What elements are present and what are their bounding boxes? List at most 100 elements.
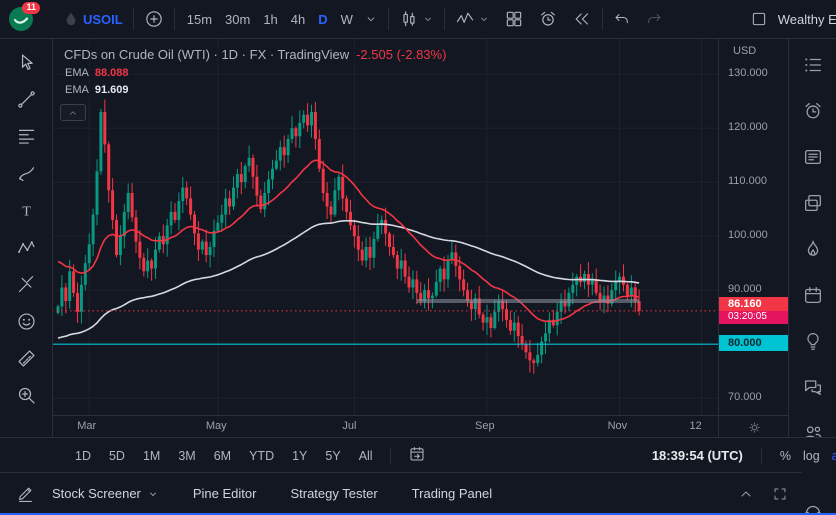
watchlist-button[interactable] bbox=[798, 50, 828, 80]
time-axis-label: 12 bbox=[690, 420, 702, 432]
news-button[interactable] bbox=[798, 142, 828, 172]
interval-15m[interactable]: 15m bbox=[181, 9, 218, 30]
pattern-tool-button[interactable] bbox=[9, 233, 43, 261]
range-all-button[interactable]: All bbox=[352, 446, 380, 466]
chat-button[interactable] bbox=[798, 372, 828, 402]
range-6m-button[interactable]: 6M bbox=[207, 446, 238, 466]
alerts-button[interactable] bbox=[798, 96, 828, 126]
pine-editor-tab[interactable]: Pine Editor bbox=[176, 480, 274, 507]
zoom-tool-button[interactable] bbox=[9, 381, 43, 409]
interval-1w[interactable]: W bbox=[335, 9, 359, 30]
interval-4h[interactable]: 4h bbox=[285, 9, 311, 30]
chevron-down-icon bbox=[147, 488, 159, 500]
log-scale-toggle[interactable]: log bbox=[803, 449, 820, 463]
range-1y-button[interactable]: 1Y bbox=[285, 446, 314, 466]
interval-30m[interactable]: 30m bbox=[219, 9, 256, 30]
gear-icon bbox=[747, 420, 762, 435]
price-axis[interactable]: USD 86.160 03:20:05 80.000 70.00080.0009… bbox=[718, 38, 789, 415]
redo-button[interactable] bbox=[641, 7, 667, 31]
axis-settings-corner[interactable] bbox=[718, 415, 789, 438]
replay-icon bbox=[572, 9, 592, 29]
tradingview-app: 11 USOIL 15m 30m 1h 4h D W bbox=[0, 0, 836, 515]
chevron-down-icon bbox=[364, 12, 378, 26]
range-1m-button[interactable]: 1M bbox=[136, 446, 167, 466]
watchlist-icon bbox=[802, 54, 824, 76]
interval-1h[interactable]: 1h bbox=[257, 9, 283, 30]
range-5d-button[interactable]: 5D bbox=[102, 446, 132, 466]
go-to-date-button[interactable] bbox=[401, 442, 433, 469]
undo-button[interactable] bbox=[609, 7, 635, 31]
ema-2-legend-row[interactable]: EMA 91.609 bbox=[60, 83, 134, 97]
time-axis-label: Sep bbox=[475, 420, 495, 432]
chevron-down-icon bbox=[422, 13, 434, 25]
ema-1-legend-row[interactable]: EMA 88.088 bbox=[60, 66, 134, 80]
ema-2-value: 91.609 bbox=[95, 84, 129, 96]
symbol-button[interactable]: USOIL bbox=[58, 7, 127, 31]
range-3m-button[interactable]: 3M bbox=[171, 446, 202, 466]
calendar-icon bbox=[802, 284, 824, 306]
alert-button[interactable] bbox=[534, 6, 562, 32]
trend-line-tool-button[interactable] bbox=[9, 85, 43, 113]
save-layout-button[interactable] bbox=[746, 7, 772, 31]
price-axis-label: 100.000 bbox=[728, 229, 768, 241]
divider bbox=[444, 8, 445, 30]
indicators-icon bbox=[455, 9, 475, 29]
price-axis-label: 70.000 bbox=[728, 391, 762, 403]
measure-tool-button[interactable] bbox=[9, 344, 43, 372]
strategy-tester-tab[interactable]: Strategy Tester bbox=[273, 480, 394, 507]
text-tool-button[interactable]: T bbox=[9, 196, 43, 224]
drawing-panel-button[interactable] bbox=[16, 484, 35, 503]
time-axis[interactable]: MarMayJulSepNov12 bbox=[52, 415, 718, 438]
divider bbox=[388, 8, 389, 30]
trend-line-icon bbox=[16, 89, 37, 110]
ema-label: EMA bbox=[65, 84, 89, 96]
layout-grid-button[interactable] bbox=[500, 6, 528, 32]
legend-collapse-button[interactable] bbox=[60, 104, 86, 121]
oil-drop-icon bbox=[62, 10, 80, 28]
chevron-down-icon bbox=[478, 13, 490, 25]
svg-text:T: T bbox=[22, 204, 31, 219]
ruler-icon bbox=[16, 348, 37, 369]
broker-logo[interactable]: 11 bbox=[8, 6, 34, 32]
candles-icon bbox=[399, 9, 419, 29]
cursor-tool-button[interactable] bbox=[9, 48, 43, 76]
chevron-up-icon bbox=[68, 108, 78, 118]
legend-title-row[interactable]: CFDs on Crude Oil (WTI) · 1D · FX · Trad… bbox=[60, 46, 450, 63]
range-1d-button[interactable]: 1D bbox=[68, 446, 98, 466]
go-to-date-icon bbox=[408, 445, 426, 463]
ideas-button[interactable] bbox=[798, 326, 828, 356]
bar-replay-button[interactable] bbox=[568, 6, 596, 32]
chart-type-button[interactable] bbox=[395, 6, 438, 32]
panel-expand-chevron-icon[interactable] bbox=[738, 486, 754, 502]
pitchfork-tool-button[interactable] bbox=[9, 270, 43, 298]
intervals-menu-button[interactable] bbox=[360, 9, 382, 29]
range-5y-button[interactable]: 5Y bbox=[318, 446, 347, 466]
layout-name-label[interactable]: Wealthy Ed bbox=[778, 12, 836, 27]
range-ytd-button[interactable]: YTD bbox=[242, 446, 281, 466]
chat-bubbles-icon bbox=[802, 376, 824, 398]
brush-tool-button[interactable] bbox=[9, 159, 43, 187]
emoji-icon bbox=[16, 311, 37, 332]
fib-retracement-tool-button[interactable] bbox=[9, 122, 43, 150]
clock-label[interactable]: 18:39:54 (UTC) bbox=[652, 448, 743, 463]
currency-label: USD bbox=[733, 45, 756, 57]
time-axis-label: Jul bbox=[342, 420, 356, 432]
data-window-button[interactable] bbox=[798, 188, 828, 218]
calendar-button[interactable] bbox=[798, 280, 828, 310]
symbol-add-button[interactable] bbox=[140, 6, 168, 32]
auto-scale-toggle[interactable]: auto bbox=[832, 449, 836, 463]
indicators-button[interactable] bbox=[451, 6, 494, 32]
flame-icon bbox=[802, 238, 824, 260]
stock-screener-tab[interactable]: Stock Screener bbox=[35, 480, 176, 507]
emoji-tool-button[interactable] bbox=[9, 307, 43, 335]
bottom-panel-controls bbox=[738, 486, 788, 502]
level-price-tag: 80.000 bbox=[719, 335, 798, 351]
percent-scale-toggle[interactable]: % bbox=[780, 449, 791, 463]
notification-badge: 11 bbox=[22, 2, 40, 14]
fullscreen-icon[interactable] bbox=[772, 486, 788, 502]
alert-clock-icon bbox=[538, 9, 558, 29]
trading-panel-tab[interactable]: Trading Panel bbox=[395, 480, 509, 507]
interval-1d[interactable]: D bbox=[312, 9, 333, 30]
hotlists-button[interactable] bbox=[798, 234, 828, 264]
last-price-tag: 86.160 03:20:05 bbox=[719, 297, 789, 324]
